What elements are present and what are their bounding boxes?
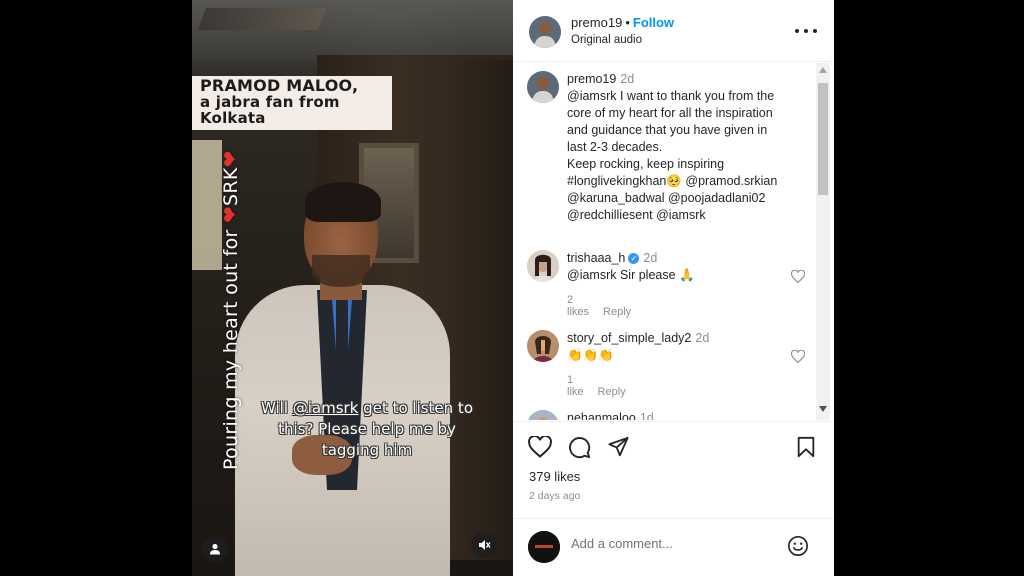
- comment-text: 👏👏👏: [567, 348, 614, 362]
- caption-mention: @iamsrk: [292, 399, 359, 417]
- comment-like-button[interactable]: [791, 350, 805, 363]
- reply-button[interactable]: Reply: [598, 386, 626, 398]
- share-icon: [608, 436, 629, 457]
- comment-line: core of my heart for all the inspiration: [567, 106, 773, 120]
- comment-time[interactable]: 2d: [695, 331, 709, 345]
- save-button[interactable]: [796, 436, 816, 458]
- vertical-overlay-phrase: Pouring my heart out for: [220, 229, 242, 470]
- comment-text: @iamsrk Sir please 🙏: [567, 268, 695, 282]
- speaker-beard: [312, 255, 370, 287]
- avatar-image: [528, 531, 560, 563]
- heart-icon: [791, 270, 805, 283]
- video-title-card: PRAMOD MALOO, a jabra fan from Kolkata: [192, 76, 392, 130]
- heart-icon: [791, 350, 805, 363]
- video-background-door: [442, 60, 513, 560]
- post-date[interactable]: 2 days ago: [529, 490, 580, 502]
- comment-line: last 2-3 decades.: [567, 140, 663, 154]
- comment-like-button[interactable]: [791, 270, 805, 283]
- comment-meta: 1 like Reply: [567, 374, 640, 398]
- comment-line: #longlivekingkhan🥺 @pramod.srkian: [567, 174, 778, 188]
- comment-line: @karuna_badwal @poojadadlani02: [567, 191, 766, 205]
- commenter-avatar[interactable]: [527, 250, 559, 282]
- more-options-icon: [813, 29, 817, 33]
- follow-button[interactable]: Follow: [633, 15, 674, 30]
- comment-username[interactable]: trishaaa_h: [567, 251, 625, 265]
- comment-username[interactable]: nehanmaloo: [567, 411, 636, 420]
- avatar-image: [527, 71, 559, 103]
- comment-body: story_of_simple_lady2 2d 👏👏👏: [567, 330, 802, 364]
- verified-badge-icon: ✓: [628, 253, 640, 265]
- author-avatar[interactable]: [529, 16, 561, 48]
- comments-scrollbar[interactable]: [816, 63, 830, 420]
- add-comment-bar: [513, 518, 834, 576]
- avatar-image: [527, 330, 559, 362]
- comment-time[interactable]: 1d: [640, 411, 654, 420]
- speaker-hair: [305, 182, 381, 222]
- commenter-avatar[interactable]: [527, 330, 559, 362]
- user-icon: [210, 543, 220, 555]
- current-user-avatar[interactable]: [528, 531, 560, 563]
- video-overlay-caption: Will @iamsrk get to listen to this? Plea…: [252, 398, 482, 461]
- comment-meta: 2 likes Reply: [567, 294, 645, 318]
- comment-body: premo19 2d @iamsrk I want to thank you fr…: [567, 71, 802, 224]
- avatar-image: [527, 410, 559, 420]
- tagged-users-button[interactable]: [202, 536, 228, 562]
- caption-before: Will: [260, 399, 293, 417]
- heart-icon: [528, 436, 552, 458]
- title-line-1: PRAMOD MALOO,: [200, 76, 359, 95]
- scroll-down-arrow-icon[interactable]: [819, 406, 827, 412]
- comment-icon: [569, 437, 591, 459]
- author-username[interactable]: premo19: [571, 15, 622, 30]
- vertical-overlay-text: Pouring my heart out for ❤SRK❤: [218, 150, 242, 470]
- post-header: premo19 • Follow Original audio: [513, 0, 834, 62]
- comment-button[interactable]: [568, 436, 591, 459]
- author-avatar[interactable]: [527, 71, 559, 103]
- emoji-button[interactable]: [787, 535, 809, 557]
- heart-icon: ❤: [218, 150, 242, 168]
- title-line-2: a jabra fan from: [200, 93, 340, 111]
- comment-time[interactable]: 2d: [620, 72, 634, 86]
- heart-icon: ❤: [218, 205, 242, 224]
- more-options-icon: [795, 29, 799, 33]
- more-options-icon: [804, 29, 808, 33]
- reel-video[interactable]: PRAMOD MALOO, a jabra fan from Kolkata P…: [192, 0, 513, 576]
- comment-line: @iamsrk I want to thank you from the: [567, 89, 775, 103]
- likes-count[interactable]: 379 likes: [529, 469, 580, 484]
- comment-line: and guidance that you have given in: [567, 123, 768, 137]
- author-line: premo19 • Follow: [571, 15, 674, 30]
- comment-line: Keep rocking, keep inspiring: [567, 157, 725, 171]
- comment-line: @redchilliesent @iamsrk: [567, 208, 706, 222]
- comment-likes[interactable]: 1 like: [567, 374, 584, 398]
- more-options-button[interactable]: [795, 23, 817, 39]
- video-background-detail: [197, 8, 327, 30]
- avatar-image: [527, 250, 559, 282]
- bookmark-icon: [797, 436, 815, 458]
- mute-toggle-button[interactable]: [471, 532, 497, 558]
- comments-list[interactable]: premo19 2d @iamsrk I want to thank you fr…: [513, 63, 834, 420]
- commenter-avatar[interactable]: [527, 410, 559, 420]
- scroll-thumb[interactable]: [818, 83, 828, 195]
- comment-username[interactable]: premo19: [567, 72, 616, 86]
- vertical-overlay-name: SRK: [220, 167, 242, 206]
- comment-likes[interactable]: 2 likes: [567, 294, 589, 318]
- emoji-icon: [788, 536, 808, 556]
- comment-username[interactable]: story_of_simple_lady2: [567, 331, 691, 345]
- reply-button[interactable]: Reply: [603, 306, 631, 318]
- like-button[interactable]: [528, 436, 552, 458]
- comment-body: trishaaa_h ✓ 2d @iamsrk Sir please 🙏: [567, 250, 802, 284]
- title-line-3: Kolkata: [200, 109, 266, 127]
- share-button[interactable]: [607, 436, 630, 458]
- muted-speaker-icon: [479, 540, 491, 550]
- comment-body: nehanmaloo 1d: [567, 410, 802, 420]
- post-side-panel: premo19 • Follow Original audio premo19 2d …: [513, 0, 834, 576]
- audio-label[interactable]: Original audio: [571, 34, 642, 46]
- scroll-up-arrow-icon[interactable]: [819, 67, 827, 73]
- comment-time[interactable]: 2d: [643, 251, 657, 265]
- separator-dot: •: [625, 15, 630, 30]
- comment-input[interactable]: [571, 536, 781, 551]
- post-actions: 379 likes 2 days ago: [513, 421, 834, 511]
- avatar-image: [529, 16, 561, 48]
